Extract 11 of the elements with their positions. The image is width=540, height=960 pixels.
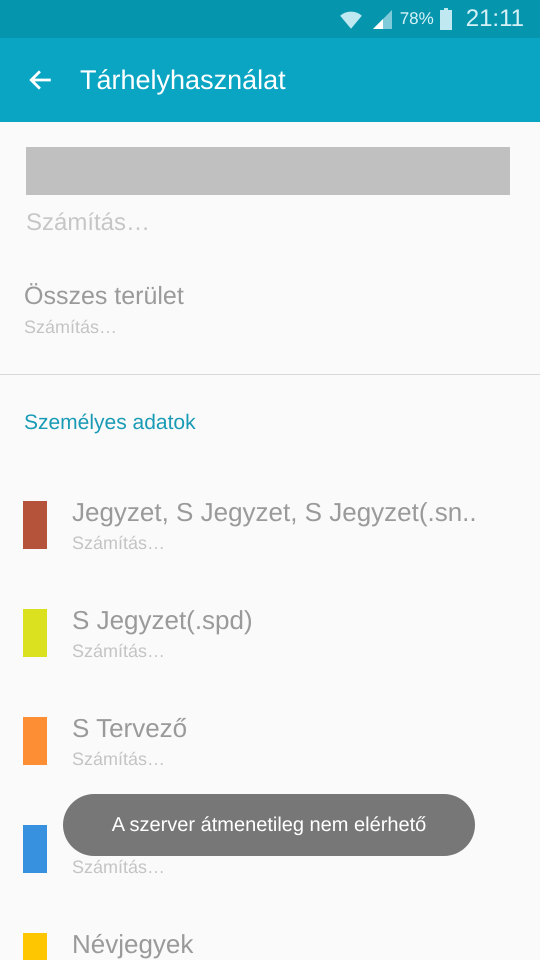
item-title: S Tervező (72, 715, 188, 741)
clock: 21:11 (466, 5, 524, 33)
item-title: Összes terület (24, 282, 185, 311)
section-header: Személyes adatok (24, 411, 197, 435)
item-title: S Jegyzet(.spd) (72, 607, 253, 633)
screen-title: Tárhelyhasználat (80, 64, 286, 96)
item-title: Jegyzet, S Jegyzet, S Jegyzet(.sn.. (72, 499, 477, 525)
item-title: Névjegyek (72, 931, 194, 957)
battery-icon (440, 8, 452, 30)
battery-percent: 78% (400, 9, 434, 29)
toast-message: A szerver átmenetileg nem elérhető (63, 794, 475, 856)
